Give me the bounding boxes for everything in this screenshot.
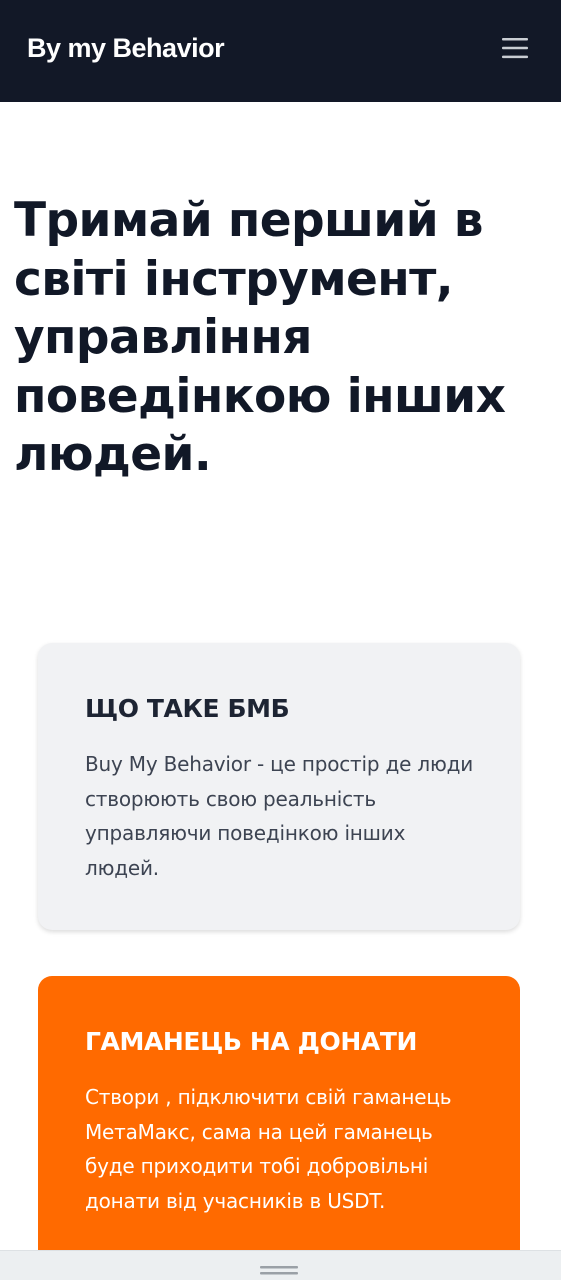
- hero-title: Тримай перший в світі інструмент, управл…: [14, 193, 506, 482]
- wallet-card-text: Створи , підключити свій гаманець МетаМа…: [85, 1085, 452, 1213]
- site-header: By my Behavior: [0, 0, 561, 102]
- drag-handle-icon: [260, 1266, 298, 1275]
- wallet-card: ГАМАНЕЦЬ НА ДОНАТИ Створи , підключити с…: [38, 976, 520, 1266]
- drag-handle[interactable]: [260, 1262, 298, 1275]
- about-card: ЩО ТАКЕ БМБ Buy My Behavior - це простір…: [38, 643, 520, 930]
- wallet-card-title: ГАМАНЕЦЬ НА ДОНАТИ: [85, 1027, 417, 1056]
- brand-logo-text[interactable]: By my Behavior: [27, 30, 225, 66]
- about-card-text: Buy My Behavior - це простір де люди ств…: [85, 752, 474, 880]
- bottom-sheet-bar: [0, 1250, 561, 1280]
- menu-button[interactable]: [496, 34, 534, 62]
- hamburger-menu-icon: [502, 38, 528, 59]
- about-card-title: ЩО ТАКЕ БМБ: [85, 694, 290, 723]
